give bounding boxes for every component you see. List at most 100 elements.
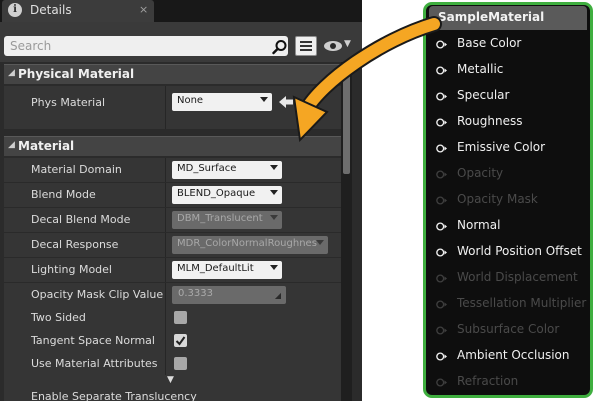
- pin-connector-icon[interactable]: [436, 195, 447, 206]
- column-divider: [165, 352, 166, 376]
- chevron-down-icon: [270, 165, 278, 170]
- use-material-attributes-checkbox[interactable]: [174, 357, 187, 370]
- tangent-space-normal-checkbox[interactable]: [174, 334, 187, 347]
- decal-response-combo[interactable]: MDR_ColorNormalRoughness: [172, 236, 328, 254]
- column-divider: [165, 158, 166, 182]
- pin-label: Opacity: [457, 166, 504, 180]
- pin-connector-icon[interactable]: [436, 91, 447, 102]
- chevron-down-icon[interactable]: ▼: [344, 39, 351, 49]
- pin-label: Specular: [457, 88, 510, 102]
- search-icon[interactable]: [272, 39, 288, 55]
- column-divider: [165, 329, 166, 353]
- node-title: SampleMaterial: [438, 10, 545, 24]
- pin-connector-icon[interactable]: [436, 299, 447, 310]
- category-physical-material[interactable]: ◢ Physical Material: [4, 64, 342, 84]
- close-icon[interactable]: ×: [139, 3, 148, 16]
- prop-label: Material Domain: [31, 163, 122, 176]
- pin-label: World Displacement: [457, 270, 578, 284]
- pin-connector-icon[interactable]: [436, 117, 447, 128]
- combo-value: BLEND_Opaque: [177, 188, 256, 199]
- scrollbar-thumb[interactable]: [343, 66, 350, 174]
- pin-connector-icon[interactable]: [436, 325, 447, 336]
- prop-row-cut-off: Enable Separate Translucency: [4, 389, 342, 401]
- prop-label: Lighting Model: [31, 263, 112, 276]
- pin-label: World Position Offset: [457, 244, 582, 258]
- decal-blend-mode-combo[interactable]: DBM_Translucent: [172, 211, 282, 229]
- browse-icon[interactable]: [303, 95, 313, 109]
- column-divider: [165, 208, 166, 232]
- pin-label: Metallic: [457, 62, 504, 76]
- blend-mode-combo[interactable]: BLEND_Opaque: [172, 186, 282, 204]
- view-options-button[interactable]: [295, 36, 317, 56]
- search-input[interactable]: Search: [4, 36, 288, 56]
- pin-connector-icon[interactable]: [436, 143, 447, 154]
- pin-label: Roughness: [457, 114, 523, 128]
- column-divider: [165, 258, 166, 282]
- combo-value: MLM_DefaultLit: [177, 263, 254, 274]
- pin-connector-icon[interactable]: [436, 351, 447, 362]
- pin-connector-icon[interactable]: [436, 273, 447, 284]
- pin-connector-icon[interactable]: [436, 221, 447, 232]
- pin-connector-icon[interactable]: [436, 65, 447, 76]
- collapse-arrow-icon: ◢: [8, 68, 15, 78]
- prop-row-lighting-model: Lighting Model MLM_DefaultLit: [4, 258, 342, 283]
- combo-value: MD_Surface: [177, 163, 237, 174]
- prop-label: Enable Separate Translucency: [31, 390, 197, 401]
- advanced-expand-toggle[interactable]: ▼: [4, 375, 342, 389]
- tab-strip: i Details ×: [0, 0, 362, 22]
- column-divider: [165, 306, 166, 330]
- pin-connector-icon[interactable]: [436, 247, 447, 258]
- prop-row-use-material-attributes: Use Material Attributes: [4, 352, 342, 377]
- category-title: Material: [18, 139, 75, 153]
- category-material[interactable]: ◢ Material: [4, 136, 342, 156]
- node-title-bar[interactable]: SampleMaterial: [429, 6, 587, 30]
- prop-label: Opacity Mask Clip Value: [31, 288, 164, 301]
- material-node[interactable]: SampleMaterial Base Color Metallic Specula…: [423, 2, 593, 398]
- tab-details[interactable]: i Details ×: [2, 0, 154, 22]
- opacity-mask-clip-input[interactable]: 0.3333 ◢: [172, 286, 286, 304]
- material-domain-combo[interactable]: MD_Surface: [172, 161, 282, 179]
- chevron-down-icon: [316, 240, 324, 245]
- pin-connector-icon[interactable]: [436, 39, 447, 50]
- pin-label: Ambient Occlusion: [457, 348, 570, 362]
- two-sided-checkbox[interactable]: [174, 311, 187, 324]
- pin-label: Normal: [457, 218, 501, 232]
- prop-row-decal-response: Decal Response MDR_ColorNormalRoughness: [4, 233, 342, 258]
- info-icon: i: [8, 3, 22, 17]
- prop-row-material-domain: Material Domain MD_Surface: [4, 158, 342, 183]
- eye-icon[interactable]: [323, 38, 345, 54]
- checkmark-icon: [175, 336, 186, 346]
- pin-connector-icon[interactable]: [436, 169, 447, 180]
- prop-row-phys-material: Phys Material None: [4, 86, 342, 130]
- pin-label: Tessellation Multiplier: [457, 296, 587, 310]
- phys-material-combo[interactable]: None: [172, 93, 272, 111]
- collapse-arrow-icon: ◢: [8, 140, 15, 150]
- chevron-down-icon: [270, 190, 278, 195]
- combo-value: None: [177, 95, 204, 106]
- prop-row-two-sided: Two Sided: [4, 306, 342, 331]
- combo-value: MDR_ColorNormalRoughness: [177, 238, 317, 249]
- pin-label: Base Color: [457, 36, 522, 50]
- prop-label: Decal Response: [31, 238, 119, 251]
- chevron-down-icon: [260, 97, 268, 102]
- prop-label: Phys Material: [31, 96, 106, 109]
- pin-label: Emissive Color: [457, 140, 546, 154]
- pin-label: Subsurface Color: [457, 322, 560, 336]
- tab-title: Details: [30, 3, 72, 17]
- pin-connector-icon[interactable]: [436, 377, 447, 388]
- numeric-value: 0.3333: [178, 288, 213, 299]
- column-divider: [165, 233, 166, 257]
- expand-arrow-icon: ▼: [167, 375, 174, 385]
- combo-value: DBM_Translucent: [177, 213, 263, 224]
- prop-row-tangent-space-normal: Tangent Space Normal: [4, 329, 342, 354]
- category-title: Physical Material: [18, 67, 135, 81]
- column-divider: [165, 86, 166, 129]
- column-divider: [165, 183, 166, 207]
- chevron-down-icon: [270, 265, 278, 270]
- prop-row-opacity-mask-clip: Opacity Mask Clip Value 0.3333 ◢: [4, 283, 342, 308]
- pin-label: Refraction: [457, 374, 519, 388]
- lighting-model-combo[interactable]: MLM_DefaultLit: [172, 261, 282, 279]
- use-selected-arrow-icon[interactable]: [279, 96, 293, 108]
- prop-label: Tangent Space Normal: [31, 334, 155, 347]
- column-divider: [165, 283, 166, 307]
